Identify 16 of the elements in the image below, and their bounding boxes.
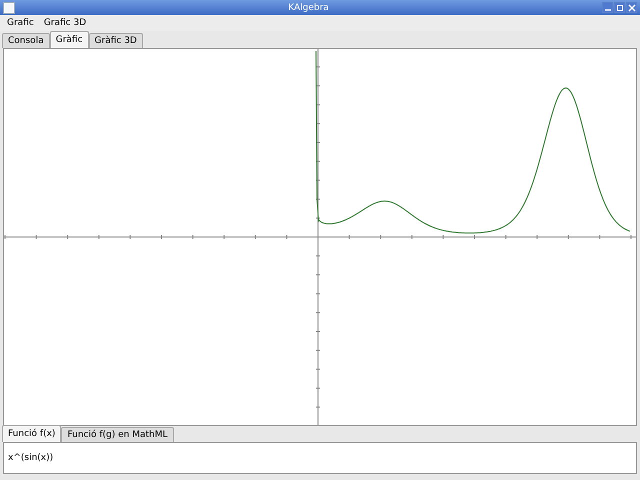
minimize-button[interactable] <box>602 2 613 13</box>
minimize-icon <box>604 9 610 11</box>
window-title: KAlgebra <box>287 2 330 12</box>
maximize-icon <box>616 4 624 12</box>
close-button[interactable] <box>626 2 637 13</box>
tab[interactable]: Funció f(x) <box>2 425 62 442</box>
maximize-button[interactable] <box>614 2 625 13</box>
tab[interactable]: Consola <box>2 33 50 48</box>
function-input[interactable]: x^(sin(x)) <box>3 442 637 474</box>
tab[interactable]: Gràfic <box>50 31 89 48</box>
tab[interactable]: Funció f(g) en MathML <box>61 427 174 442</box>
menu-item[interactable]: Grafic <box>2 18 39 28</box>
app-icon <box>3 2 15 14</box>
close-icon <box>628 4 636 12</box>
menu-item[interactable]: Grafic 3D <box>38 18 92 28</box>
tab[interactable]: Gràfic 3D <box>88 33 143 48</box>
